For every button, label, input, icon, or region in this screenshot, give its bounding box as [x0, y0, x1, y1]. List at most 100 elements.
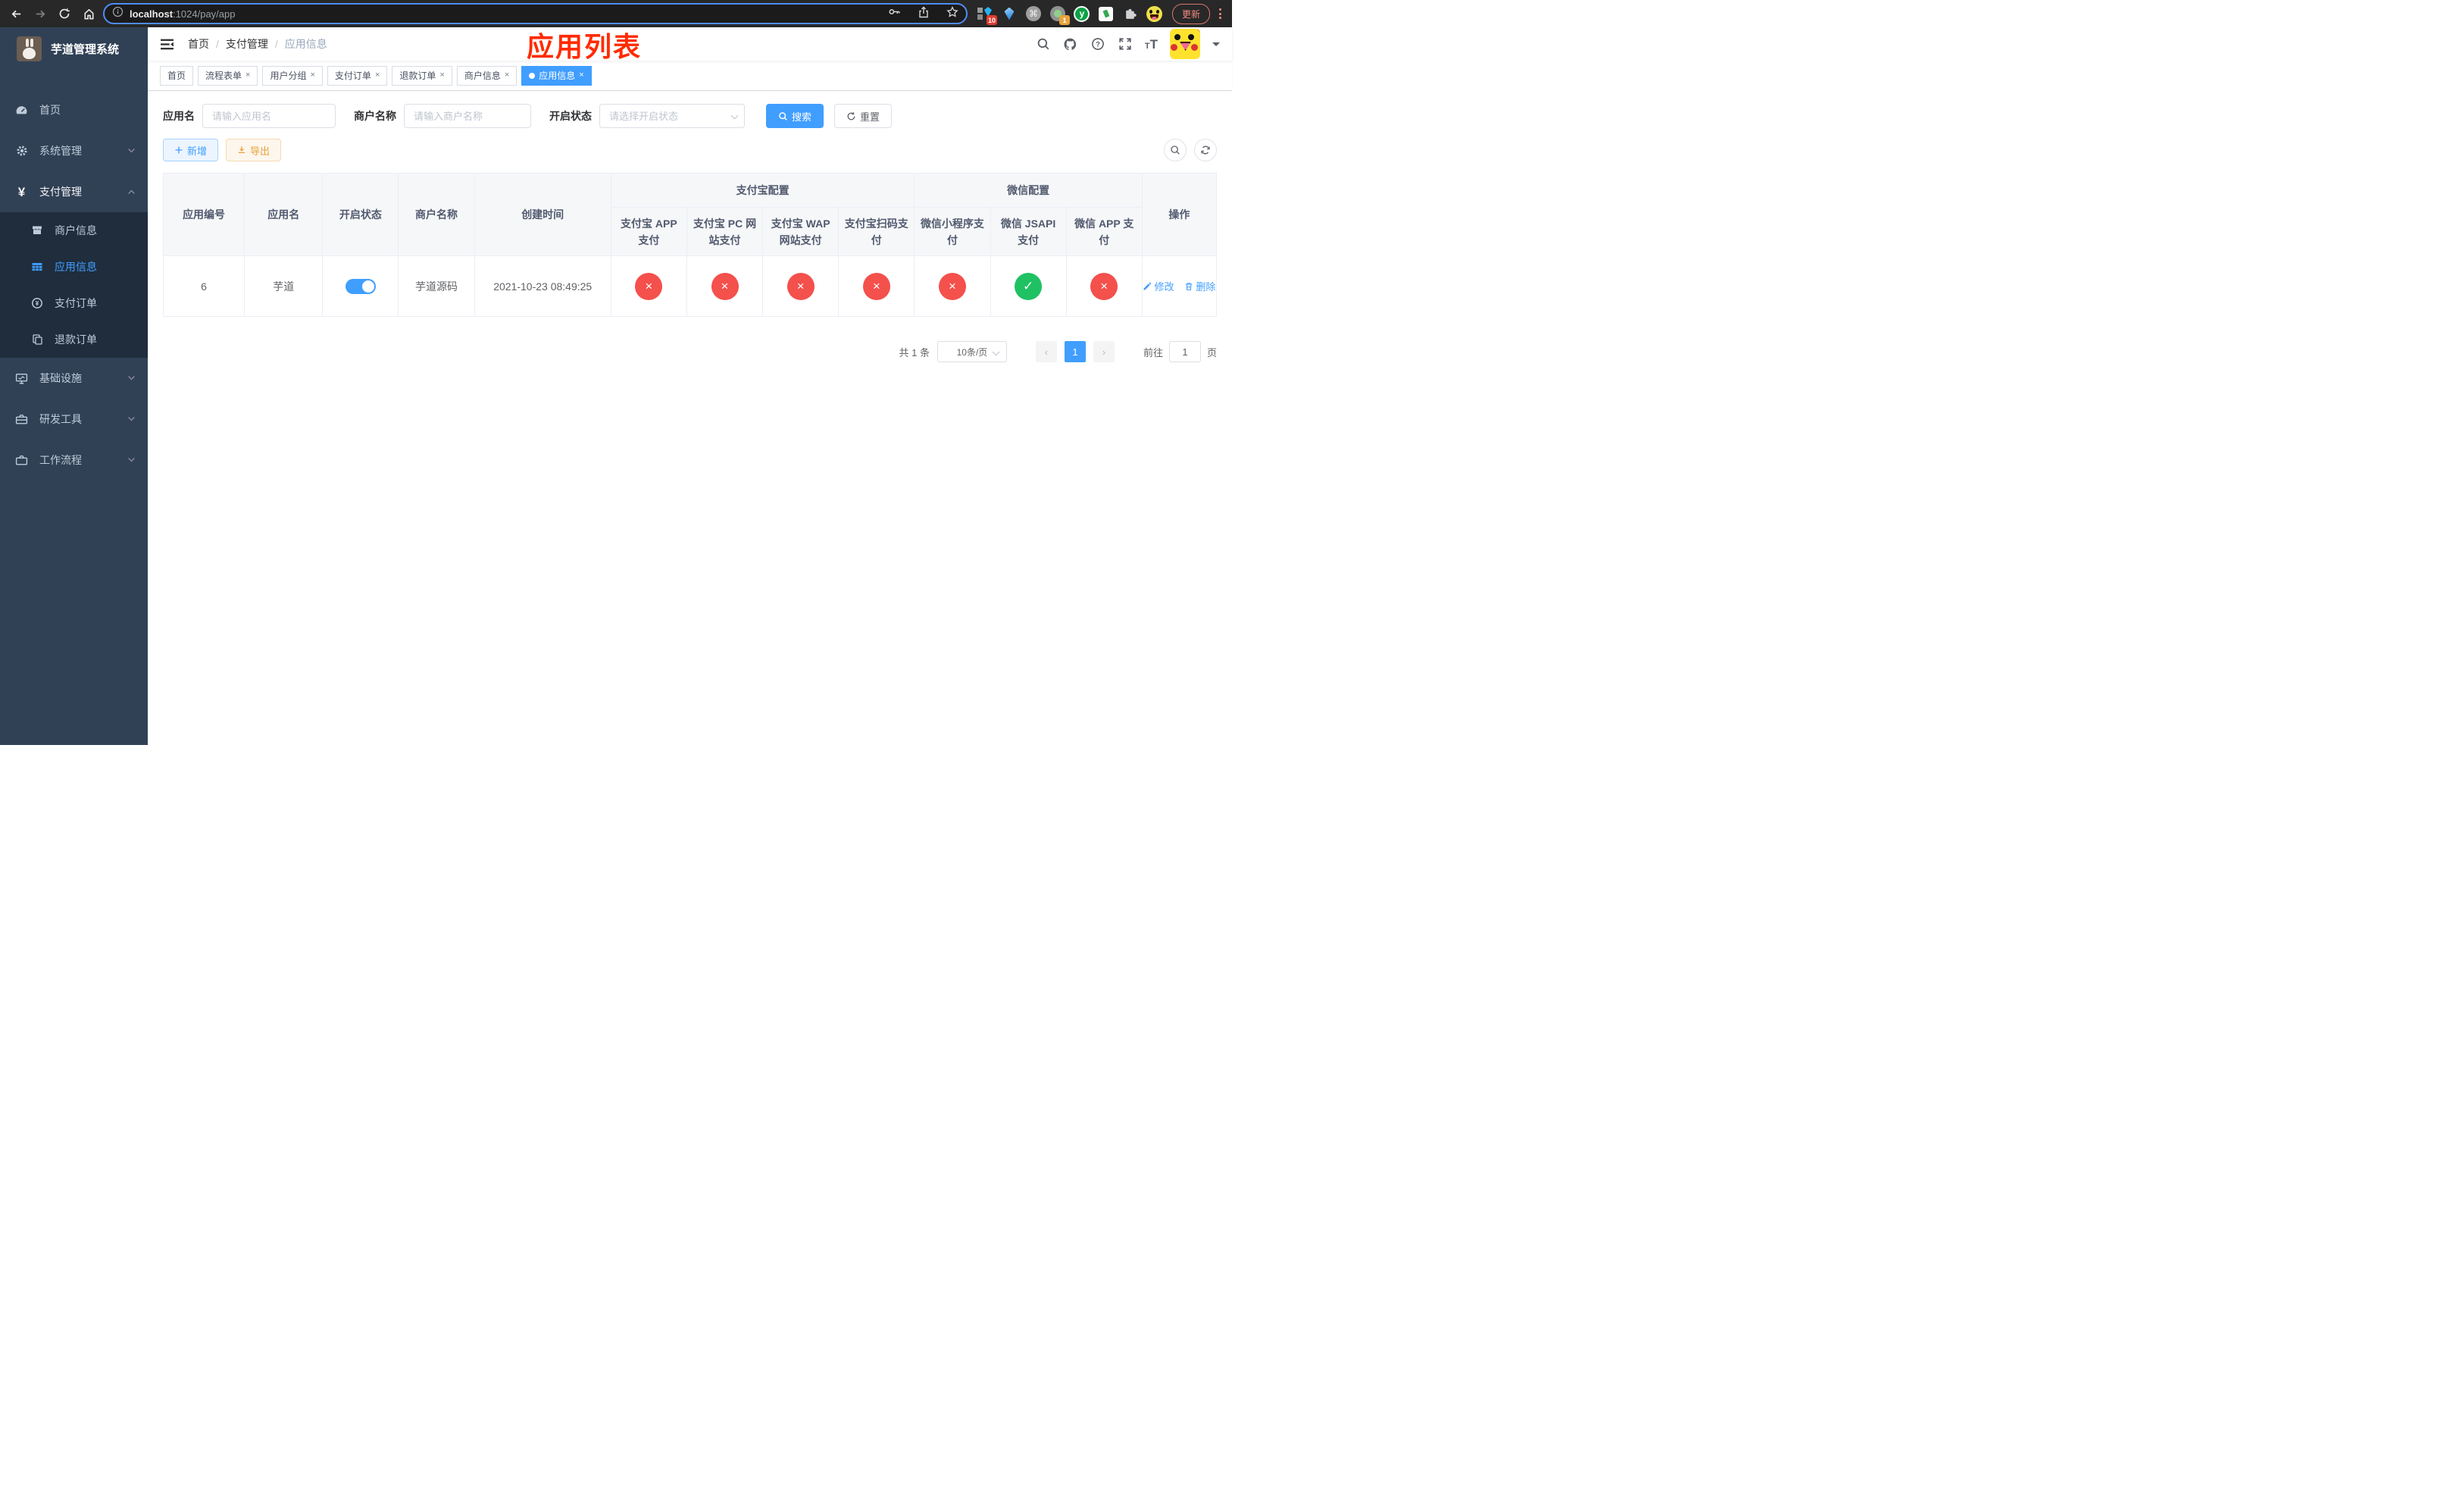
sidebar-item-app-info[interactable]: 应用信息 [0, 249, 148, 285]
tag-app-info[interactable]: 应用信息 × [521, 65, 592, 86]
sidebar-item-payment[interactable]: ¥ 支付管理 [0, 171, 148, 212]
ext-y-icon[interactable]: y [1074, 5, 1090, 22]
sidebar-item-system[interactable]: 系统管理 [0, 130, 148, 171]
col-alipay-qr: 支付宝扫码支付 [838, 207, 915, 256]
breadcrumb-section[interactable]: 支付管理 [226, 36, 268, 52]
col-group-alipay: 支付宝配置 [610, 173, 915, 208]
toggle-search-button[interactable] [1164, 139, 1187, 161]
reset-button[interactable]: 重置 [834, 104, 893, 128]
browser-home-icon[interactable] [79, 4, 98, 23]
chevron-down-icon [992, 348, 1000, 356]
profile-avatar[interactable] [1146, 5, 1163, 22]
close-icon[interactable]: × [310, 71, 314, 80]
wx-jsapi-status [1015, 272, 1043, 300]
refresh-button[interactable] [1194, 139, 1217, 161]
tag-user-group[interactable]: 用户分组 × [262, 65, 323, 86]
dashboard-icon [15, 104, 28, 117]
chevron-down-icon [127, 413, 136, 425]
browser-menu-icon[interactable] [1215, 8, 1226, 19]
ext-badge: 1 [1058, 15, 1070, 25]
sidebar-item-home[interactable]: 首页 [0, 89, 148, 130]
cell-created: 2021-10-23 08:49:25 [474, 255, 611, 317]
close-icon[interactable]: × [505, 71, 509, 80]
page-unit-label: 页 [1206, 346, 1217, 358]
edit-link[interactable]: 修改 [1143, 279, 1174, 293]
chrome-update-button[interactable]: 更新 [1171, 3, 1210, 24]
ext-camera-icon[interactable]: 1 [1049, 5, 1070, 25]
ext-command-icon[interactable]: ⌘ [1025, 5, 1042, 22]
close-icon[interactable]: × [245, 71, 250, 80]
browser-reload-icon[interactable] [55, 4, 74, 23]
app-name-input[interactable] [202, 104, 336, 128]
filter-form: 应用名 商户名称 开启状态 搜索 重置 [163, 104, 1217, 128]
browser-back-icon[interactable] [6, 4, 26, 23]
close-icon[interactable]: × [375, 71, 380, 80]
help-icon[interactable]: ? [1090, 36, 1105, 52]
sidebar-item-merchant-info[interactable]: 商户信息 [0, 212, 148, 249]
breadcrumb-home[interactable]: 首页 [188, 36, 209, 52]
close-icon[interactable]: × [439, 71, 444, 80]
sidebar-collapse-icon[interactable] [160, 38, 174, 51]
col-app-name: 应用名 [244, 173, 324, 256]
sidebar-item-dev-tools[interactable]: 研发工具 [0, 399, 148, 440]
browser-toolbar: localhost:1024/pay/app 10 ⌘ 1 y 更新 [0, 0, 1232, 27]
col-wx-app: 微信 APP 支付 [1065, 207, 1143, 256]
table-toolbar: 新增 导出 [163, 139, 1217, 161]
share-icon[interactable] [918, 6, 930, 22]
shop-icon [30, 224, 43, 237]
browser-forward-icon[interactable] [30, 4, 50, 23]
address-bar[interactable]: localhost:1024/pay/app [103, 3, 968, 24]
col-alipay-wap: 支付宝 WAP 网站支付 [762, 207, 840, 256]
col-ops: 操作 [1141, 173, 1218, 256]
tag-home[interactable]: 首页 [160, 65, 194, 86]
merchant-name-input[interactable] [404, 104, 531, 128]
trash-icon [1186, 282, 1193, 290]
svg-text:?: ? [1096, 41, 1100, 49]
col-alipay-pc: 支付宝 PC 网站支付 [686, 207, 764, 256]
page-number[interactable]: 1 [1064, 341, 1086, 362]
tag-refund-orders[interactable]: 退款订单 × [392, 65, 452, 86]
tag-merchant-info[interactable]: 商户信息 × [456, 65, 518, 86]
alipay-wap-status [786, 272, 815, 300]
user-avatar[interactable] [1170, 29, 1200, 59]
page-size-select[interactable]: 10条/页 [937, 341, 1007, 362]
add-button[interactable]: 新增 [163, 139, 219, 161]
site-info-icon[interactable] [112, 6, 124, 21]
password-key-icon[interactable] [888, 5, 901, 22]
delete-link[interactable]: 删除 [1184, 279, 1215, 293]
status-select[interactable] [599, 104, 745, 128]
pagination: 共 1 条 10条/页 ‹ 1 › 前往 页 [163, 341, 1217, 362]
cell-app-name: 芋道 [244, 255, 324, 317]
ext-notes-icon[interactable] [1098, 5, 1115, 22]
ext-kite-icon[interactable] [1001, 5, 1018, 22]
prev-page-button[interactable]: ‹ [1035, 341, 1057, 362]
yen-icon: ¥ [17, 184, 26, 199]
sidebar: 芋道管理系统 首页 系统管理 ¥ 支付管理 商户信息 应用信息 ¥ 支付订单 退… [0, 27, 148, 745]
edit-icon [1143, 282, 1152, 290]
yen-circle-icon: ¥ [30, 297, 43, 310]
close-icon[interactable]: × [579, 71, 583, 80]
search-icon[interactable] [1036, 36, 1051, 52]
status-toggle[interactable] [345, 278, 376, 294]
bookmark-star-icon[interactable] [946, 5, 958, 22]
goto-page-input[interactable] [1168, 341, 1201, 362]
sidebar-item-refund-orders[interactable]: 退款订单 [0, 321, 148, 358]
tag-pay-orders[interactable]: 支付订单 × [327, 65, 388, 86]
cell-app-id: 6 [162, 255, 245, 317]
github-icon[interactable] [1063, 36, 1078, 52]
search-button[interactable]: 搜索 [766, 104, 824, 128]
fullscreen-icon[interactable] [1118, 36, 1133, 52]
sidebar-item-pay-orders[interactable]: ¥ 支付订单 [0, 285, 148, 321]
avatar-caret-icon[interactable] [1212, 42, 1220, 50]
ext-blocks-icon[interactable]: 10 [977, 5, 997, 25]
next-page-button[interactable]: › [1093, 341, 1115, 362]
extensions-puzzle-icon[interactable] [1122, 5, 1139, 22]
sidebar-item-workflow[interactable]: 工作流程 [0, 440, 148, 480]
sidebar-item-infrastructure[interactable]: 基础设施 [0, 358, 148, 399]
navbar-actions: ? TT [1036, 29, 1220, 59]
export-button[interactable]: 导出 [226, 139, 282, 161]
app-logo[interactable]: 芋道管理系统 [0, 27, 148, 70]
tag-process-form[interactable]: 流程表单 × [198, 65, 258, 86]
page-annotation: 应用列表 [527, 31, 643, 62]
font-size-icon[interactable]: TT [1145, 38, 1158, 51]
